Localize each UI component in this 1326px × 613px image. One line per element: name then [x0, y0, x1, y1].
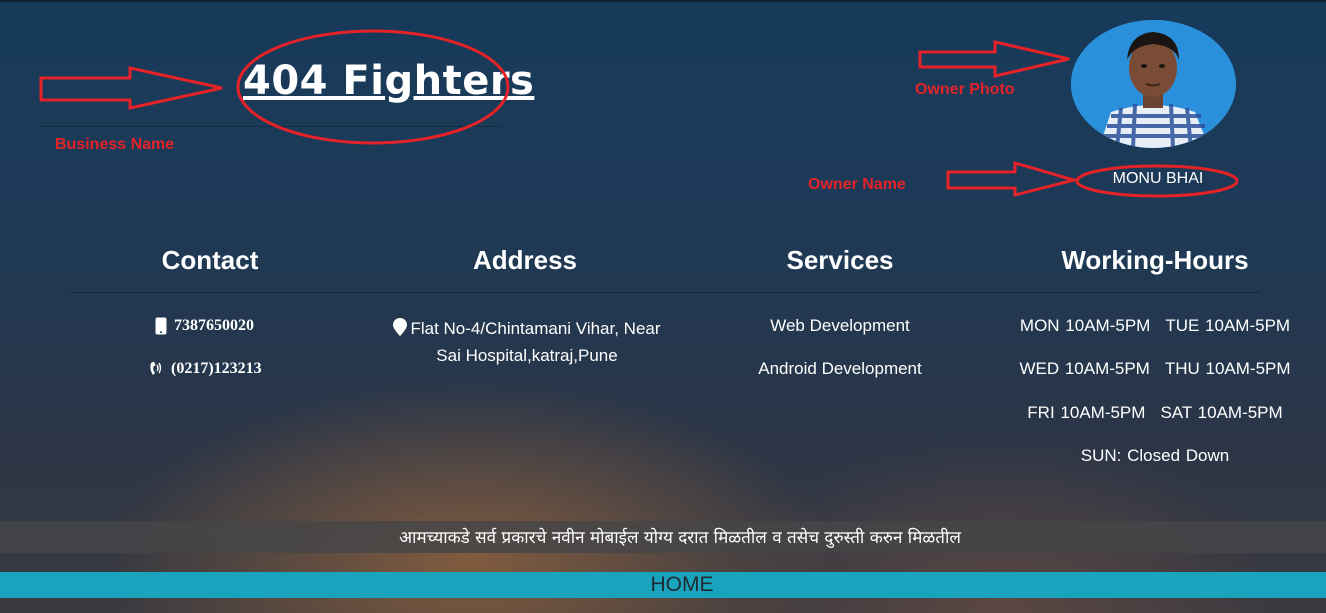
mobile-number-link[interactable]: 7387650020: [155, 317, 254, 335]
address-text: Flat No-4/Chintamani Vihar, Near Sai Hos…: [372, 315, 682, 369]
working-hours-column: Working-Hours: [1000, 245, 1310, 276]
working-hours-heading: Working-Hours: [1061, 245, 1249, 275]
contact-column: Contact: [90, 245, 330, 276]
owner-name: MONU BHAI: [1112, 170, 1204, 187]
address-heading: Address: [472, 245, 578, 275]
hours-monday: MON 10AM-5PM: [1019, 316, 1151, 335]
business-name-annotation: Business Name: [55, 136, 175, 153]
landline-number-link[interactable]: (0217)123213: [148, 360, 262, 378]
header-divider: [40, 126, 500, 127]
owner-photo: [1071, 20, 1236, 148]
service-item: Android Development: [758, 359, 922, 378]
business-name-link[interactable]: 404 Fighters: [243, 58, 534, 104]
hours-row: MON 10AM-5PM TUE 10AM-5PM: [995, 316, 1315, 336]
address-line-1: Flat No-4/Chintamani Vihar, Near: [372, 315, 682, 342]
hours-row: WED 10AM-5PM THU 10AM-5PM: [995, 359, 1315, 379]
hours-row: SUN: Closed Down: [995, 446, 1315, 466]
phone-volume-icon: [150, 361, 162, 375]
services-heading: Services: [786, 245, 894, 275]
hours-saturday: SAT 10AM-5PM: [1160, 403, 1283, 422]
announcement-text: आमच्याकडे सर्व प्रकारचे नवीन मोबाईल योग्…: [399, 528, 961, 548]
owner-photo-image: [1071, 20, 1236, 148]
hours-sunday: SUN: Closed Down: [1080, 446, 1230, 465]
hours-row: FRI 10AM-5PM SAT 10AM-5PM: [995, 403, 1315, 423]
hours-thursday: THU 10AM-5PM: [1164, 359, 1291, 378]
mobile-phone-icon: [155, 317, 167, 335]
top-border: [0, 0, 1326, 2]
mobile-number: 7387650020: [174, 317, 254, 334]
address-line-1-text: Flat No-4/Chintamani Vihar, Near: [410, 319, 661, 338]
map-marker-icon: [393, 318, 408, 336]
services-column: Services: [720, 245, 960, 276]
address-column: Address: [370, 245, 680, 276]
owner-name-arrow: [946, 161, 1080, 197]
landline-number: (0217)123213: [171, 360, 262, 377]
business-name-arrow: [39, 66, 223, 110]
address-line-2: Sai Hospital,katraj,Pune: [436, 346, 618, 365]
owner-name-annotation: Owner Name: [808, 176, 906, 193]
hours-wednesday: WED 10AM-5PM: [1019, 359, 1150, 378]
owner-photo-annotation: Owner Photo: [915, 81, 1015, 98]
hours-tuesday: TUE 10AM-5PM: [1165, 316, 1291, 335]
owner-photo-arrow: [918, 40, 1070, 78]
section-divider: [70, 292, 1260, 293]
service-item: Web Development: [770, 316, 910, 335]
hours-friday: FRI 10AM-5PM: [1027, 403, 1146, 422]
nav-home-link[interactable]: HOME: [0, 573, 1326, 597]
contact-heading: Contact: [161, 245, 259, 275]
